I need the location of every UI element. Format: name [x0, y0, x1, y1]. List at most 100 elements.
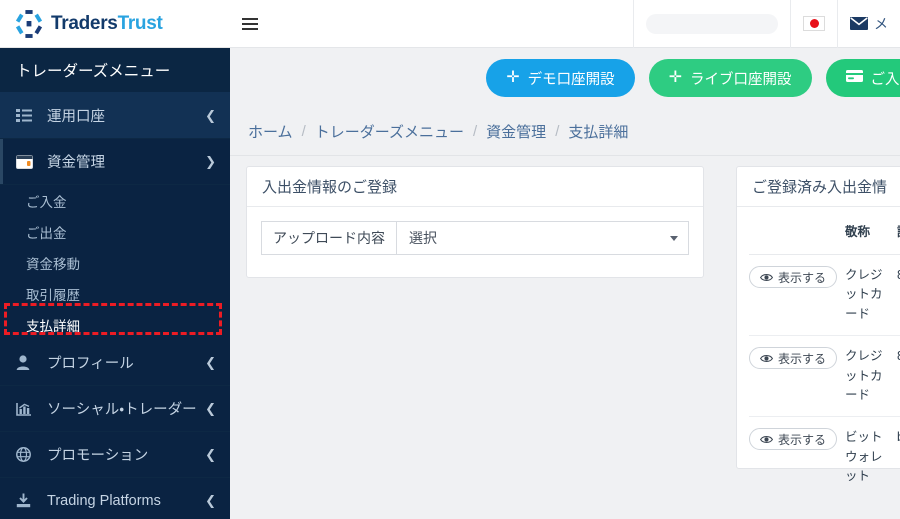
- messages-label: メ: [874, 15, 888, 32]
- sidebar-subitem-label: ご出金: [26, 225, 67, 241]
- sidebar-item-label: プロフィール: [47, 356, 134, 372]
- sidebar-item-label: 資金管理: [47, 155, 105, 171]
- deposit-label: ご入金: [870, 71, 900, 88]
- sidebar-subitem-deposit[interactable]: ご入金: [0, 185, 230, 216]
- deposit-button[interactable]: ご入金: [825, 59, 900, 97]
- eye-icon: [760, 273, 773, 282]
- show-button-label: 表示する: [778, 351, 827, 366]
- open-live-account-label: ライブ口座開設: [690, 71, 792, 88]
- sidebar-item-label: 運用口座: [47, 109, 105, 125]
- cell-action: 表示する: [749, 417, 845, 498]
- open-demo-account-button[interactable]: ✛ デモ口座開設: [486, 59, 635, 97]
- chevron-down-icon: ❯: [205, 153, 216, 169]
- sidebar-menu-title: トレーダーズメニュー: [0, 48, 230, 93]
- breadcrumb-separator: /: [301, 123, 306, 140]
- breadcrumb-separator: /: [555, 123, 560, 140]
- upload-type-selected-value: 選択: [409, 230, 437, 246]
- brand-name-part1: Traders: [51, 13, 118, 34]
- sidebar-subitem-payment-details[interactable]: 支払詳細: [0, 309, 230, 340]
- japan-flag-icon: [803, 16, 825, 31]
- chevron-left-icon: ❮: [205, 107, 216, 123]
- messages-link[interactable]: メ: [837, 0, 900, 48]
- list-icon: [16, 109, 36, 122]
- upload-type-field: アップロード内容 選択: [261, 221, 689, 255]
- sidebar-subitem-label: 取引履歴: [26, 287, 80, 303]
- plus-icon: ✛: [506, 69, 520, 86]
- registered-methods-card-body: 敬称 詳: [737, 207, 900, 497]
- chevron-left-icon: ❮: [205, 492, 216, 508]
- user-icon: [16, 355, 36, 370]
- sidebar-item-label: ソーシャル・トレーダー: [47, 402, 197, 418]
- language-switcher[interactable]: [790, 0, 837, 48]
- column-header-name: 敬称: [845, 207, 897, 255]
- sidebar-subitem-label: ご入金: [26, 194, 67, 210]
- open-live-account-button[interactable]: ✛ ライブ口座開設: [648, 59, 812, 97]
- registration-card-body: アップロード内容 選択: [247, 207, 703, 273]
- sidebar-item-social-trader[interactable]: ソーシャル・トレーダー ❮: [0, 386, 230, 432]
- breadcrumb-item-current: 支払詳細: [568, 124, 629, 141]
- breadcrumb-item-traders-menu[interactable]: トレーダーズメニュー: [315, 121, 464, 142]
- upload-type-label: アップロード内容: [261, 221, 396, 255]
- cell-action: 表示する: [749, 335, 845, 418]
- download-icon: [16, 493, 36, 508]
- table-row: 表示する ビットウォレット b: [749, 417, 900, 498]
- column-header-action: [749, 207, 845, 255]
- hamburger-icon[interactable]: [238, 17, 278, 30]
- brand-logo[interactable]: TradersTrust: [0, 0, 230, 48]
- sidebar-item-trading-platforms[interactable]: Trading Platforms ❮: [0, 478, 230, 519]
- brand-wordmark: TradersTrust: [51, 14, 163, 33]
- breadcrumb: ホーム / トレーダーズメニュー / 資金管理 / 支払詳細: [230, 108, 900, 156]
- show-button[interactable]: 表示する: [749, 266, 838, 288]
- show-button[interactable]: 表示する: [749, 428, 838, 451]
- sidebar-item-label: プロモーション: [47, 448, 149, 464]
- top-header-bar: メ: [230, 0, 900, 48]
- breadcrumb-separator: /: [473, 123, 478, 140]
- registered-methods-table: 敬称 詳: [749, 207, 900, 497]
- caret-down-icon: [670, 235, 678, 241]
- chevron-left-icon: ❮: [205, 446, 216, 462]
- sidebar-subitem-transfer[interactable]: 資金移動: [0, 247, 230, 278]
- account-value-redacted: [646, 13, 778, 34]
- sidebar-item-funds[interactable]: 資金管理 ❯: [0, 139, 230, 185]
- hexagon-ring-logo-icon: [14, 9, 44, 39]
- credit-card-icon: [845, 70, 863, 86]
- eye-icon: [760, 354, 773, 363]
- chevron-left-icon: ❮: [205, 400, 216, 416]
- sidebar-subitem-history[interactable]: 取引履歴: [0, 278, 230, 309]
- sidebar-subitem-label: 資金移動: [26, 256, 80, 272]
- sidebar-item-profile[interactable]: プロフィール ❮: [0, 340, 230, 386]
- table-row: 表示する クレジットカード 8: [749, 254, 900, 337]
- sidebar-item-promotion[interactable]: プロモーション ❮: [0, 432, 230, 478]
- sidebar-item-accounts[interactable]: 運用口座 ❮: [0, 93, 230, 139]
- wallet-icon: [16, 154, 36, 169]
- chart-icon: [16, 402, 36, 416]
- cell-name: クレジットカード: [845, 335, 897, 418]
- sidebar-subitem-withdrawal[interactable]: ご出金: [0, 216, 230, 247]
- envelope-icon: [850, 17, 868, 30]
- brand-name-part2: Trust: [117, 13, 163, 34]
- quick-action-bar: ✛ デモ口座開設 ✛ ライブ口座開設 ご入金: [230, 48, 900, 108]
- account-selector[interactable]: [633, 0, 790, 48]
- upload-type-select[interactable]: 選択: [396, 221, 689, 255]
- breadcrumb-item-funds[interactable]: 資金管理: [486, 121, 546, 142]
- cell-action: 表示する: [749, 254, 845, 337]
- show-button-label: 表示する: [778, 270, 827, 285]
- plus-icon: ✛: [668, 69, 682, 86]
- show-button[interactable]: 表示する: [749, 347, 838, 370]
- registered-methods-card: ご登録済み入出金情 敬称 詳: [736, 166, 900, 483]
- table-header-row: 敬称 詳: [749, 207, 900, 255]
- registration-card-title: 入出金情報のご登録: [247, 167, 703, 207]
- breadcrumb-item-home[interactable]: ホーム: [248, 121, 293, 142]
- open-demo-account-label: デモ口座開設: [527, 71, 615, 88]
- globe-icon: [16, 447, 36, 462]
- registered-methods-card-title: ご登録済み入出金情: [737, 167, 900, 207]
- chevron-left-icon: ❮: [205, 354, 216, 370]
- cell-name: ビットウォレット: [845, 430, 883, 483]
- table-body: 表示する クレジットカード 8: [749, 254, 900, 498]
- sidebar-item-label: Trading Platforms: [47, 492, 161, 509]
- table-head: 敬称 詳: [749, 207, 900, 255]
- cell-name: クレジットカード: [845, 254, 897, 337]
- eye-icon: [760, 435, 773, 444]
- sidebar-subitem-label: 支払詳細: [26, 318, 80, 334]
- registration-card: 入出金情報のご登録 アップロード内容 選択: [246, 166, 704, 278]
